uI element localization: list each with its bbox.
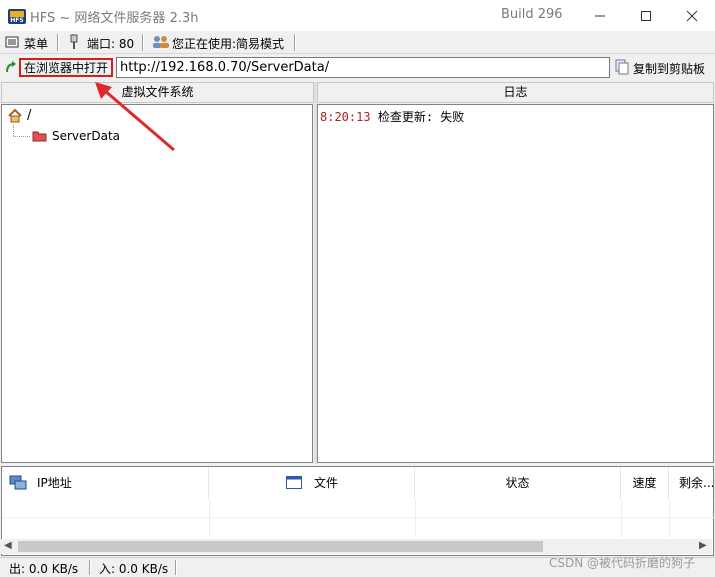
annotation-arrow bbox=[95, 82, 175, 152]
